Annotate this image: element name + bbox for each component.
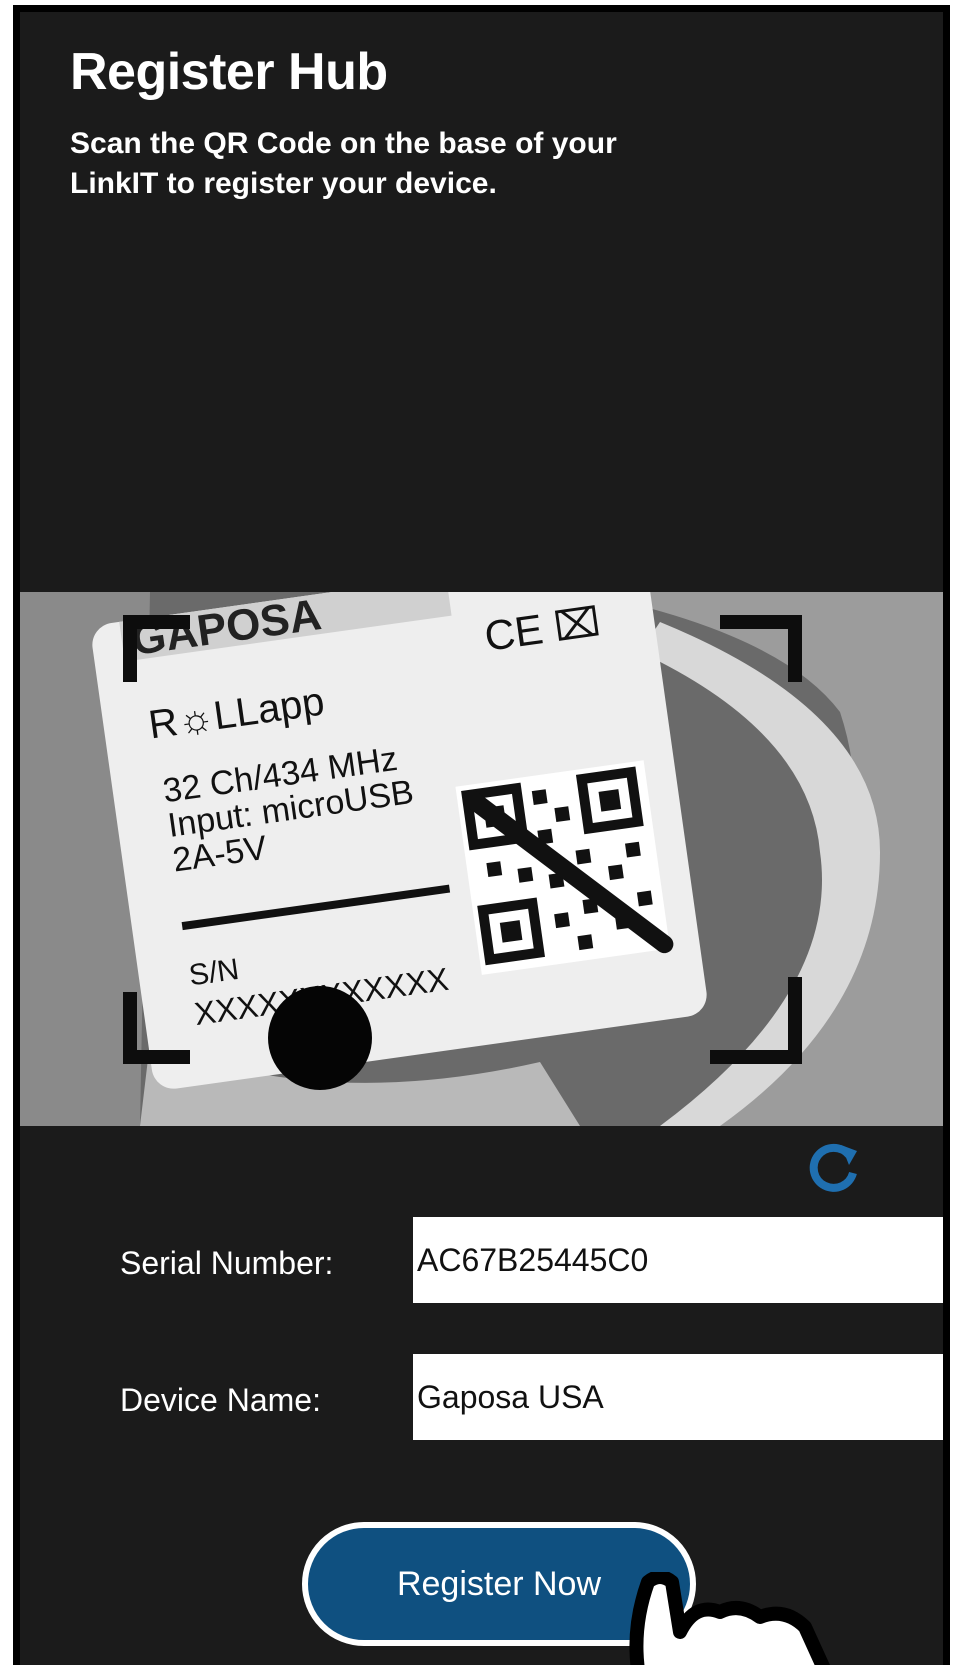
- svg-text:⌧: ⌧: [551, 599, 603, 651]
- app-screen: Register Hub Scan the QR Code on the bas…: [13, 5, 950, 1665]
- page-title: Register Hub: [70, 43, 388, 101]
- page-instructions: Scan the QR Code on the base of your Lin…: [70, 127, 617, 200]
- qr-code-graphic: [455, 760, 674, 975]
- device-name-input[interactable]: [413, 1354, 943, 1440]
- serial-number-label: Serial Number:: [120, 1245, 334, 1281]
- device-name-label: Device Name:: [120, 1382, 321, 1418]
- register-now-label: Register Now: [396, 1564, 602, 1603]
- label-sn-label: S/N: [187, 953, 241, 993]
- camera-feed-image: GAPOSA R☼LLapp CE ⌧ 32 Ch/434 MHz Input:…: [20, 592, 943, 1126]
- label-ce-mark: CE: [482, 605, 546, 660]
- qr-scanner-view[interactable]: GAPOSA R☼LLapp CE ⌧ 32 Ch/434 MHz Input:…: [20, 592, 943, 1126]
- serial-number-input[interactable]: [413, 1217, 943, 1303]
- refresh-icon[interactable]: [805, 1137, 865, 1197]
- pointing-hand-icon: [629, 1572, 830, 1665]
